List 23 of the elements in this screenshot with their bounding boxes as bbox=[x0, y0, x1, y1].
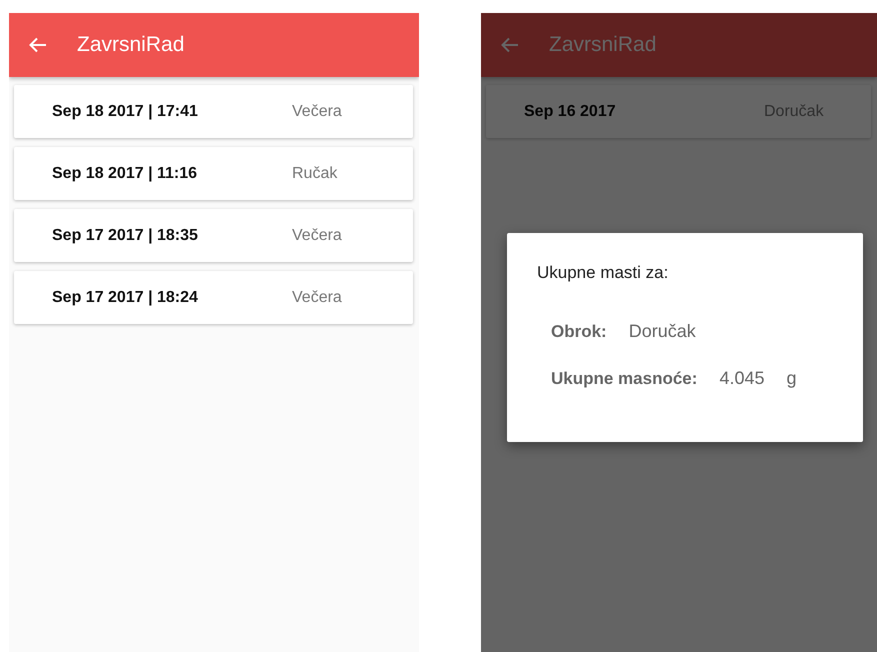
meal-date: Sep 16 2017 bbox=[524, 102, 617, 120]
meal-type: Večera bbox=[292, 102, 342, 120]
meal-date: Sep 18 2017 | 17:41 bbox=[52, 102, 199, 120]
dialog-value: 4.045 bbox=[719, 368, 764, 389]
meal-card[interactable]: Sep 17 2017 | 18:35 Večera bbox=[14, 209, 413, 262]
meal-date: Sep 18 2017 | 11:16 bbox=[52, 164, 198, 182]
app-title: ZavrsniRad bbox=[549, 33, 656, 57]
meal-type: Večera bbox=[292, 288, 342, 306]
dialog-value: Doručak bbox=[628, 321, 696, 342]
meal-date: Sep 17 2017 | 18:24 bbox=[52, 288, 199, 306]
meal-type: Ručak bbox=[292, 164, 338, 182]
back-arrow-icon[interactable] bbox=[501, 37, 519, 53]
dialog-label: Obrok: bbox=[551, 322, 607, 342]
app-title: ZavrsniRad bbox=[77, 33, 184, 57]
dialog-title: Ukupne masti za: bbox=[537, 263, 670, 283]
back-arrow-icon[interactable] bbox=[29, 37, 47, 53]
meal-card[interactable]: Sep 18 2017 | 11:16 Ručak bbox=[14, 147, 413, 200]
meal-card[interactable]: Sep 18 2017 | 17:41 Večera bbox=[14, 85, 413, 138]
meal-card[interactable]: Sep 17 2017 | 18:24 Večera bbox=[14, 271, 413, 324]
meal-type: Večera bbox=[292, 226, 342, 244]
meal-date: Sep 17 2017 | 18:35 bbox=[52, 226, 199, 244]
dialog-unit: g bbox=[786, 368, 796, 389]
dialog-label: Ukupne masnoće: bbox=[551, 369, 698, 389]
